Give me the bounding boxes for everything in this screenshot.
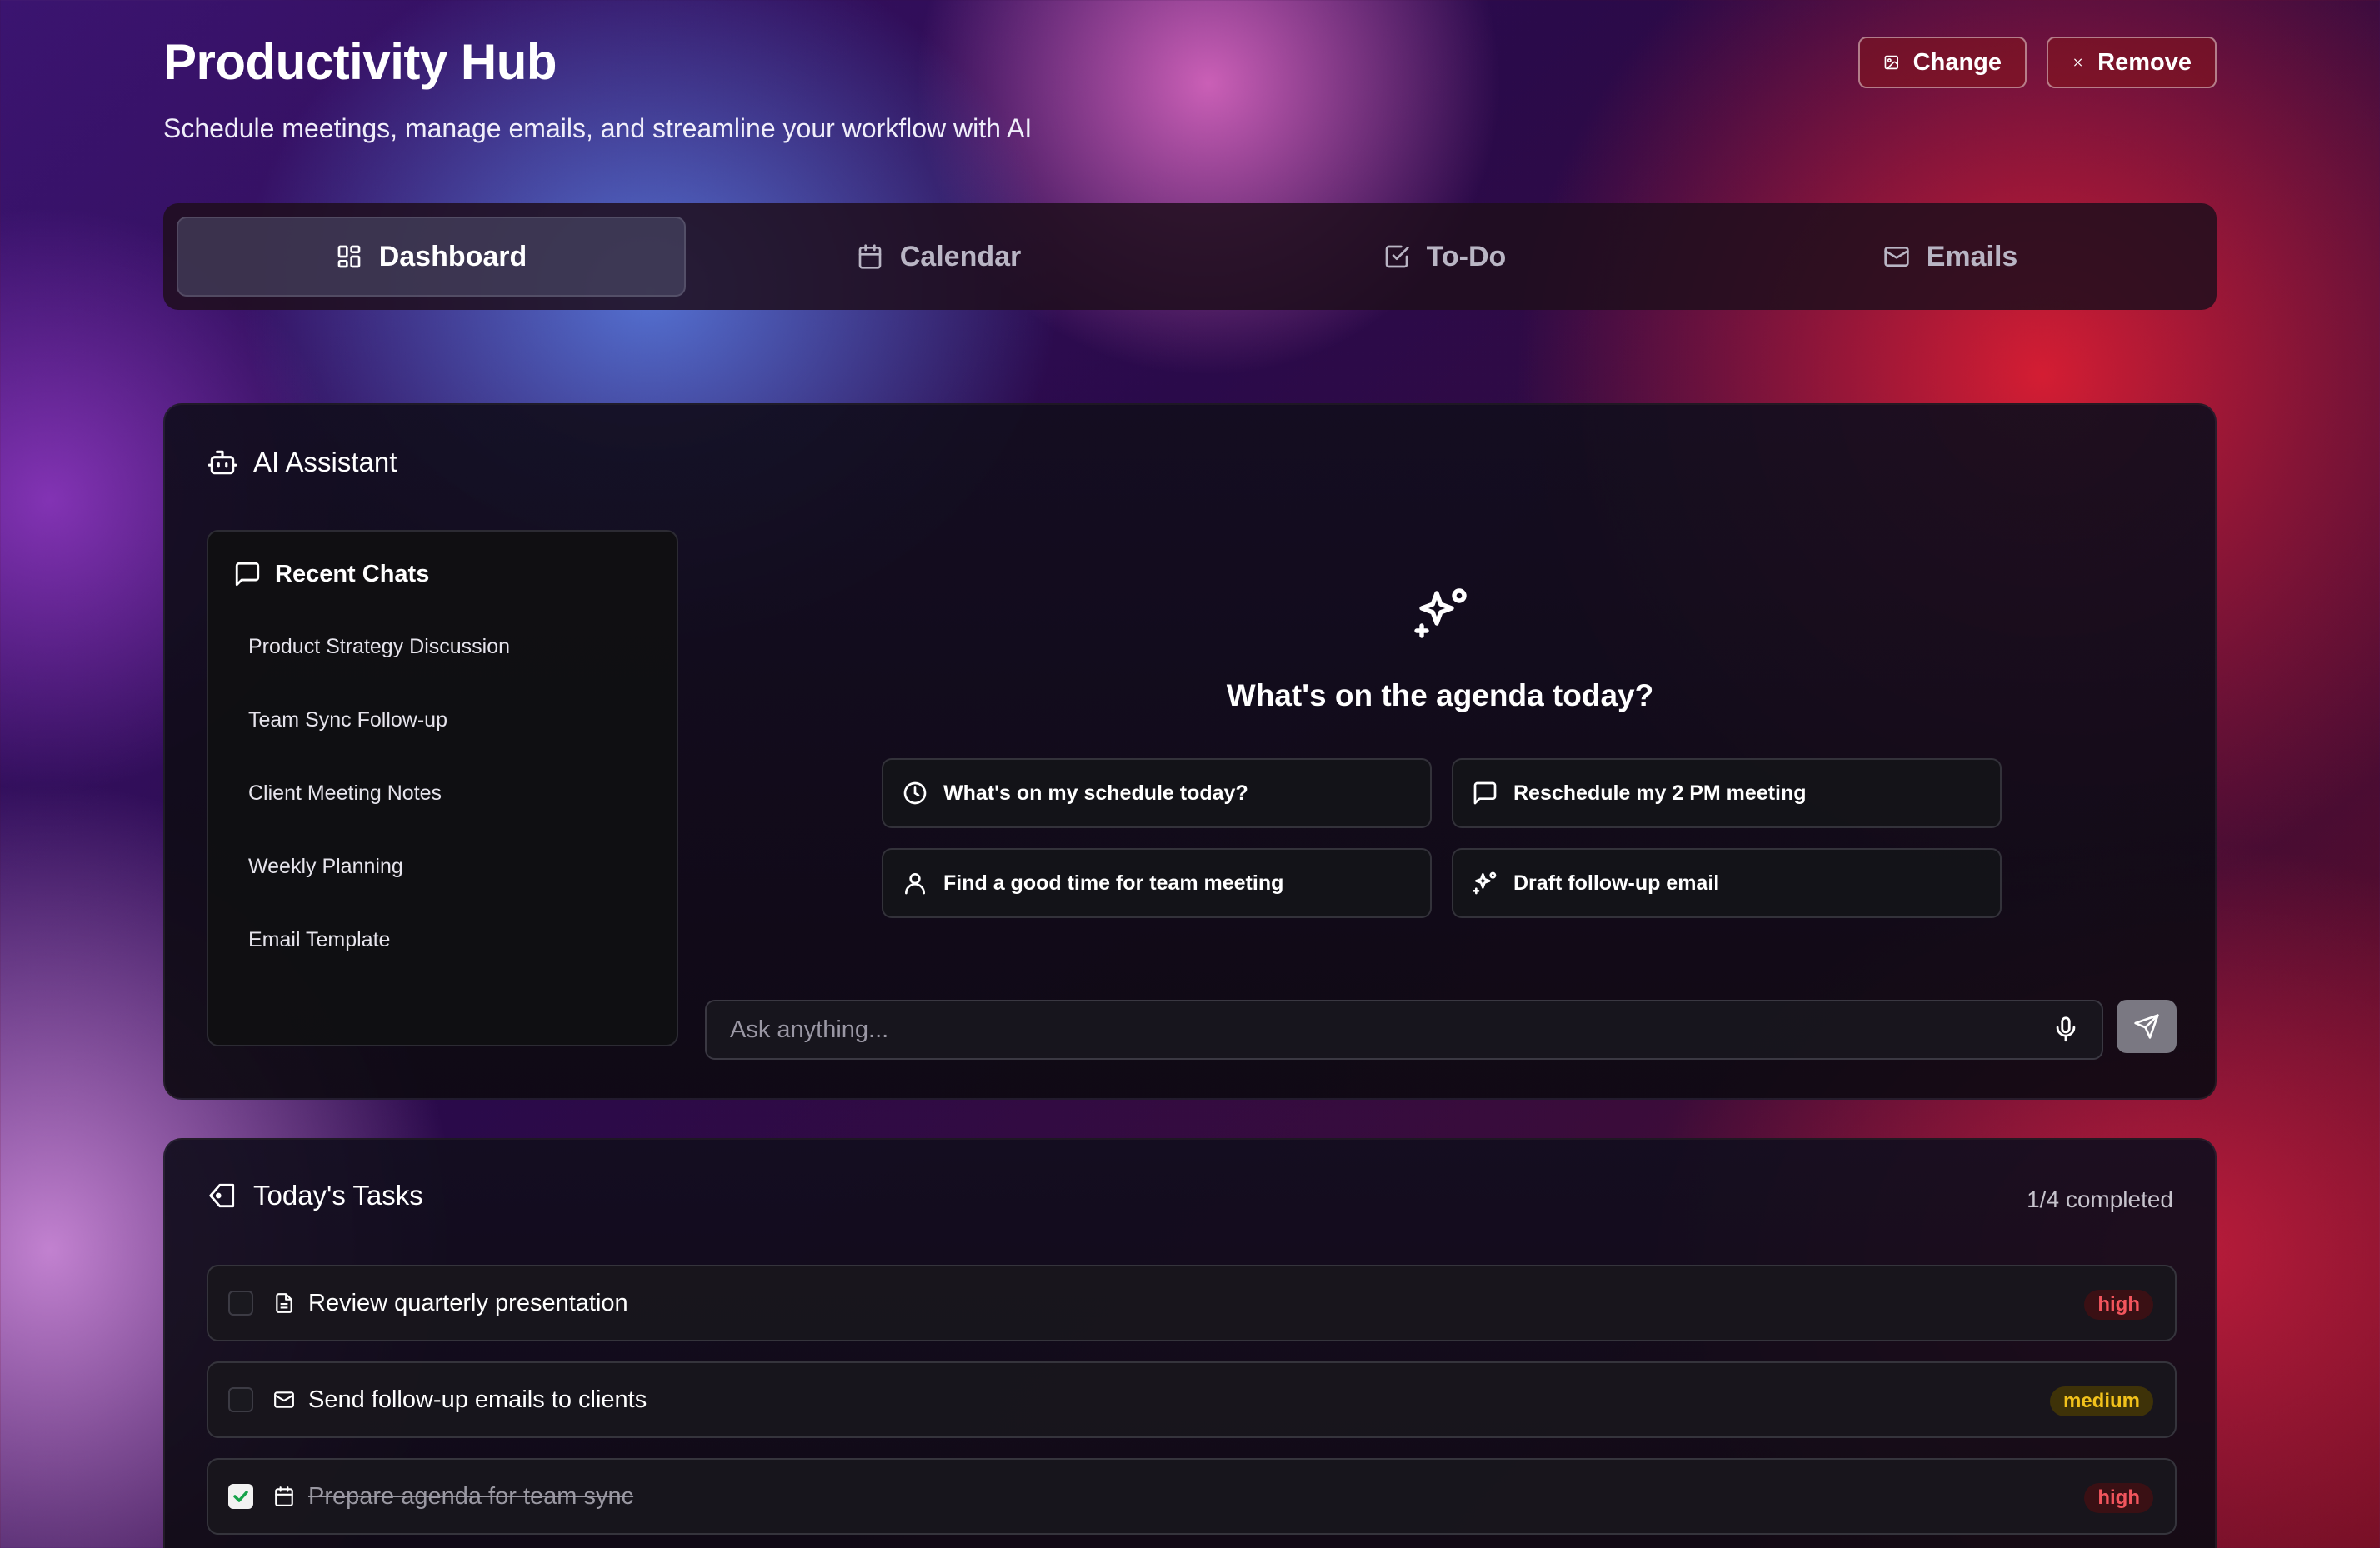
task-row: Review quarterly presentation high bbox=[207, 1265, 2177, 1341]
recent-chats-header: Recent Chats bbox=[233, 560, 429, 588]
suggestion-button[interactable]: Reschedule my 2 PM meeting bbox=[1452, 758, 2002, 828]
recent-chat-item[interactable]: Client Meeting Notes bbox=[248, 781, 442, 806]
clock-icon bbox=[903, 781, 927, 805]
task-row: Send follow-up emails to clients medium bbox=[207, 1361, 2177, 1438]
checkmark-icon bbox=[233, 1491, 248, 1502]
recent-chat-item[interactable]: Weekly Planning bbox=[248, 855, 403, 879]
recent-chat-item[interactable]: Email Template bbox=[248, 928, 390, 952]
priority-badge: high bbox=[2084, 1483, 2153, 1513]
main-tabs: Dashboard Calendar To-Do Emails bbox=[163, 203, 2217, 310]
todays-tasks-title: Today's Tasks bbox=[253, 1180, 423, 1211]
remove-label: Remove bbox=[2098, 48, 2192, 76]
send-button[interactable] bbox=[2117, 1000, 2177, 1053]
mail-icon bbox=[1884, 247, 1909, 267]
document-icon bbox=[276, 1293, 292, 1313]
suggestion-label: Reschedule my 2 PM meeting bbox=[1513, 781, 1807, 805]
todays-tasks-header: Today's Tasks bbox=[207, 1180, 423, 1211]
calendar-icon bbox=[275, 1486, 293, 1506]
sparkles-icon bbox=[1414, 588, 1467, 638]
calendar-icon bbox=[858, 244, 882, 269]
todays-tasks-card: Today's Tasks 1/4 completed Review quart… bbox=[163, 1138, 2217, 1548]
tab-label: Calendar bbox=[899, 240, 1022, 272]
suggestion-button[interactable]: Draft follow-up email bbox=[1452, 848, 2002, 918]
remove-background-button[interactable]: Remove bbox=[2047, 37, 2217, 88]
mail-icon bbox=[274, 1391, 294, 1408]
grid-icon bbox=[338, 245, 361, 268]
tab-dashboard[interactable]: Dashboard bbox=[177, 217, 686, 297]
microphone-icon[interactable] bbox=[2052, 1016, 2080, 1044]
sparkles-icon bbox=[1472, 871, 1497, 895]
suggestion-button[interactable]: What's on my schedule today? bbox=[882, 758, 1432, 828]
change-background-button[interactable]: Change bbox=[1858, 37, 2027, 88]
send-icon bbox=[2134, 1014, 2159, 1039]
tab-emails[interactable]: Emails bbox=[1698, 217, 2203, 297]
tab-label: Emails bbox=[1926, 240, 2018, 272]
productivity-hub-app: Productivity Hub Schedule meetings, mana… bbox=[163, 0, 2217, 1548]
priority-badge: high bbox=[2084, 1290, 2153, 1320]
suggestion-label: What's on my schedule today? bbox=[943, 781, 1248, 805]
recent-chats-title: Recent Chats bbox=[275, 560, 430, 587]
tag-icon bbox=[209, 1183, 235, 1208]
recent-chats-panel: Recent Chats Product Strategy Discussion… bbox=[207, 530, 678, 1046]
page-title: Productivity Hub bbox=[163, 34, 558, 90]
image-icon bbox=[1884, 55, 1899, 70]
ask-input[interactable] bbox=[728, 1015, 2052, 1045]
tab-label: Dashboard bbox=[378, 240, 528, 272]
task-checkbox[interactable] bbox=[228, 1387, 253, 1412]
task-row: Prepare agenda for team sync high bbox=[207, 1458, 2177, 1535]
ai-assistant-header: AI Assistant bbox=[207, 447, 397, 478]
recent-chat-item[interactable]: Team Sync Follow-up bbox=[248, 708, 448, 732]
recent-chat-item[interactable]: Product Strategy Discussion bbox=[248, 635, 510, 659]
page-header: Productivity Hub Schedule meetings, mana… bbox=[163, 0, 2217, 192]
tab-calendar[interactable]: Calendar bbox=[686, 217, 1192, 297]
page-subtitle: Schedule meetings, manage emails, and st… bbox=[163, 113, 1032, 143]
tab-todo[interactable]: To-Do bbox=[1192, 217, 1698, 297]
bot-icon bbox=[208, 450, 238, 475]
priority-badge: medium bbox=[2049, 1386, 2153, 1416]
check-square-icon bbox=[1385, 245, 1409, 268]
task-label: Review quarterly presentation bbox=[308, 1289, 628, 1316]
suggestion-label: Find a good time for team meeting bbox=[943, 871, 1284, 895]
message-square-icon bbox=[235, 562, 260, 587]
tab-label: To-Do bbox=[1426, 240, 1507, 272]
change-label: Change bbox=[1912, 48, 2002, 76]
suggestion-button[interactable]: Find a good time for team meeting bbox=[882, 848, 1432, 918]
task-label: Send follow-up emails to clients bbox=[308, 1386, 648, 1413]
task-checkbox[interactable] bbox=[228, 1484, 253, 1509]
task-label: Prepare agenda for team sync bbox=[308, 1482, 634, 1510]
message-square-icon bbox=[1473, 781, 1497, 805]
close-icon bbox=[2074, 58, 2082, 67]
ai-assistant-card: AI Assistant Recent Chats Product Strate… bbox=[163, 403, 2217, 1100]
agenda-heading: What's on the agenda today? bbox=[1226, 678, 1654, 712]
ai-assistant-title: AI Assistant bbox=[253, 447, 398, 477]
tasks-completed-count: 1/4 completed bbox=[2027, 1186, 2173, 1212]
suggestion-label: Draft follow-up email bbox=[1513, 871, 1720, 895]
task-checkbox[interactable] bbox=[228, 1291, 253, 1316]
user-icon bbox=[905, 873, 925, 895]
ask-input-wrapper bbox=[705, 1000, 2103, 1060]
